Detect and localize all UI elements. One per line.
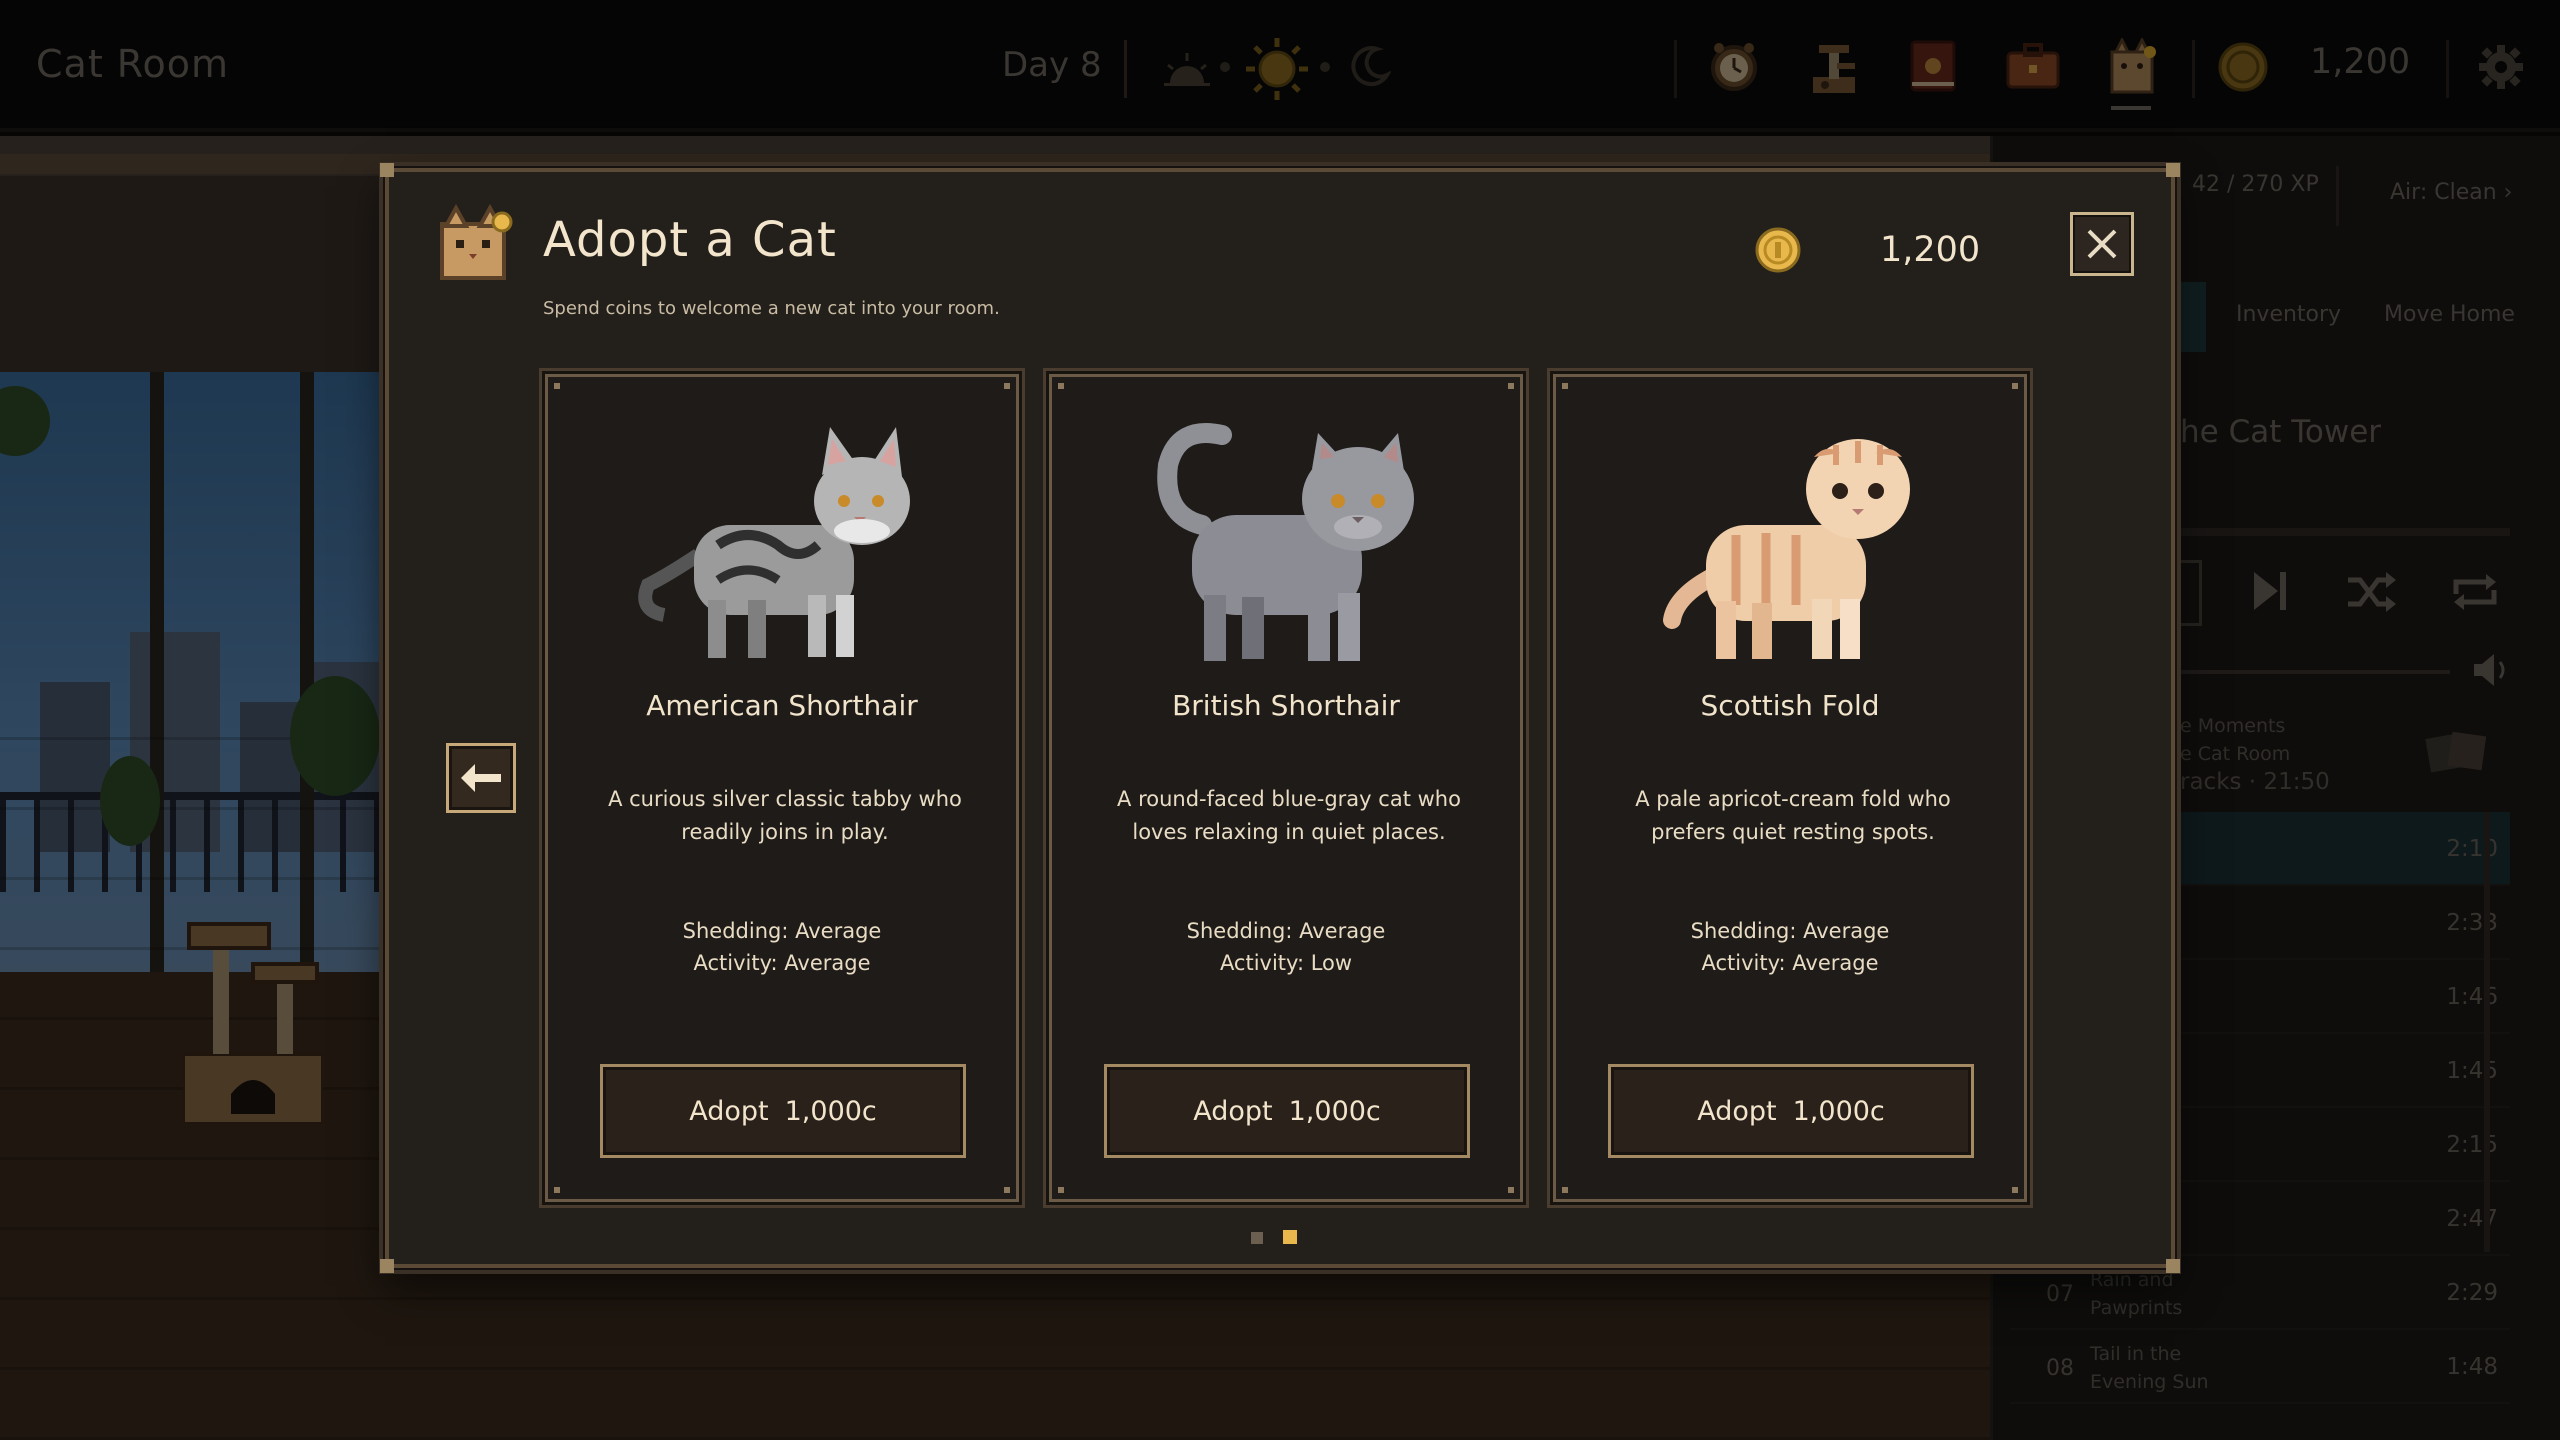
card-corner [1508,383,1514,389]
card-corner [1058,383,1064,389]
cat-activity: Activity: Average [693,951,871,975]
close-button[interactable] [2070,212,2134,276]
card-corner [1004,1187,1010,1193]
cat-card-british-shorthair: British Shorthair A round-faced blue-gra… [1049,374,1523,1202]
adopt-button[interactable]: Adopt 1,000c [1608,1064,1974,1158]
adopt-cat-modal: Adopt a Cat Spend coins to welcome a new… [380,163,2180,1273]
card-corner [554,1187,560,1193]
british-shorthair-image [1157,423,1414,661]
adopt-price: 1,000c [1288,1095,1381,1127]
modal-subtitle: Spend coins to welcome a new cat into yo… [543,298,1000,319]
frame-corner [380,1259,394,1273]
card-corner [1562,383,1568,389]
close-icon[interactable] [2085,227,2119,261]
card-corner [2012,383,2018,389]
coin-balance: 1,200 [1880,230,1981,270]
arrow-left-icon[interactable] [459,762,503,794]
cat-name: Scottish Fold [1700,689,1880,722]
adopt-label: Adopt [1697,1095,1777,1127]
card-corner [1562,1187,1568,1193]
adopt-price: 1,000c [1792,1095,1885,1127]
cat-activity: Activity: Average [1701,951,1879,975]
adopt-button[interactable]: Adopt 1,000c [600,1064,966,1158]
cat-name: British Shorthair [1172,689,1400,722]
frame-corner [380,163,394,177]
previous-page-button[interactable] [446,743,516,813]
page-dot-1[interactable] [1251,1232,1263,1244]
cat-description: A curious silver classic tabby who readi… [608,787,962,844]
adopt-price: 1,000c [784,1095,877,1127]
cat-shedding: Shedding: Average [1186,919,1386,943]
page-dot-2-active[interactable] [1283,1230,1297,1244]
cat-bag-icon [440,203,513,280]
card-corner [1508,1187,1514,1193]
card-corner [554,383,560,389]
american-shorthair-image [638,427,910,658]
cat-card-scottish-fold: Scottish Fold A pale apricot-cream fold … [1553,374,2027,1202]
adopt-label: Adopt [1193,1095,1273,1127]
scottish-fold-image [1663,439,1910,659]
cat-description: A round-faced blue-gray cat who loves re… [1117,787,1461,844]
card-corner [1058,1187,1064,1193]
frame-corner [2166,163,2180,177]
coin-icon [1755,227,1801,273]
cat-description: A pale apricot-cream fold who prefers qu… [1635,787,1951,844]
card-corner [1004,383,1010,389]
modal-title: Adopt a Cat [543,212,837,268]
cat-activity: Activity: Low [1219,951,1353,975]
cat-card-american-shorthair: American Shorthair A curious silver clas… [545,374,1019,1202]
cat-shedding: Shedding: Average [1690,919,1890,943]
frame-corner [2166,1259,2180,1273]
cat-name: American Shorthair [646,689,918,722]
adopt-button[interactable]: Adopt 1,000c [1104,1064,1470,1158]
cat-shedding: Shedding: Average [682,919,882,943]
card-corner [2012,1187,2018,1193]
adopt-label: Adopt [689,1095,769,1127]
